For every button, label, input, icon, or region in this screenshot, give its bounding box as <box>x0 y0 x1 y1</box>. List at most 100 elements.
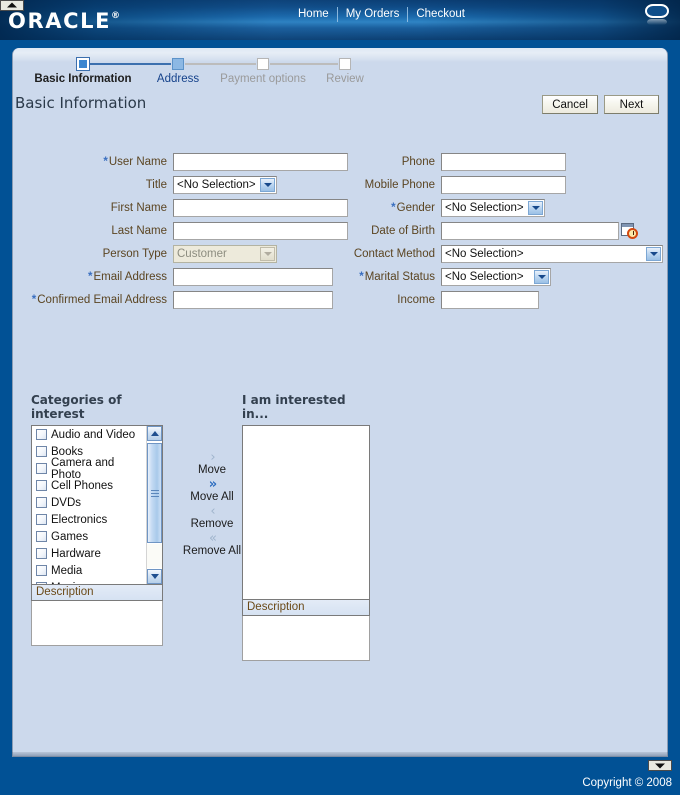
arrow-down-icon <box>150 574 159 579</box>
scroll-down-button[interactable] <box>147 569 162 584</box>
move-button[interactable]: › Move <box>173 451 251 477</box>
checkbox[interactable] <box>36 531 47 542</box>
train-step-node-3[interactable] <box>257 58 269 70</box>
scrollbar-thumb[interactable] <box>147 443 162 543</box>
form-row: *User Name <box>23 152 348 172</box>
move-all-button[interactable]: » Move All <box>173 478 251 504</box>
checkbox[interactable] <box>36 480 47 491</box>
selected-description-label: Description <box>242 600 370 616</box>
list-item-label: Music <box>51 582 81 585</box>
list-item[interactable]: Camera and Photo <box>32 457 146 481</box>
form-row: Last Name <box>23 221 348 241</box>
checkbox[interactable] <box>36 446 47 457</box>
checkbox[interactable] <box>36 514 47 525</box>
remove-all-button[interactable]: «Remove All <box>173 532 251 558</box>
checkbox[interactable] <box>36 548 47 559</box>
checkbox[interactable] <box>36 429 47 440</box>
list-item[interactable]: Games <box>32 528 146 545</box>
copyright-text: Copyright © 2008 <box>582 777 672 789</box>
chevron-down-icon[interactable] <box>260 247 275 261</box>
input-confirmed-email-address[interactable] <box>173 291 333 309</box>
collapse-header-button[interactable] <box>0 0 24 11</box>
top-navigation: Home My Orders Checkout <box>290 5 473 23</box>
form-row: *Marital Status <No Selection> <box>353 267 663 287</box>
required-marker: * <box>391 202 396 214</box>
select-contact-method[interactable]: <No Selection> <box>441 245 663 263</box>
required-marker: * <box>31 294 37 306</box>
input-user-name[interactable] <box>173 153 348 171</box>
input-income[interactable] <box>441 291 539 309</box>
select-value: <No Selection> <box>445 271 524 283</box>
field-label: *Marital Status <box>359 271 435 283</box>
oval-window-icon[interactable] <box>642 2 672 26</box>
select-marital-status[interactable]: <No Selection> <box>441 268 551 286</box>
nav-link-checkout[interactable]: Checkout <box>408 6 473 22</box>
list-item[interactable]: Electronics <box>32 511 146 528</box>
chevron-down-icon[interactable] <box>534 270 549 284</box>
nav-link-home[interactable]: Home <box>290 6 337 22</box>
train-step-label-3: Payment options <box>220 73 306 85</box>
input-date-of-birth[interactable] <box>441 222 619 240</box>
chevron-down-icon[interactable] <box>260 178 275 192</box>
train-connector-2 <box>185 63 256 65</box>
list-item[interactable]: Hardware <box>32 545 146 562</box>
select-value: <No Selection> <box>177 179 256 191</box>
select-title[interactable]: <No Selection> <box>173 176 277 194</box>
list-item[interactable]: Audio and Video <box>32 426 146 443</box>
train-step-node-2[interactable] <box>172 58 184 70</box>
page-action-buttons: Cancel Next <box>542 95 659 114</box>
oracle-logo: ORACLE® <box>8 11 122 32</box>
checkbox[interactable] <box>36 463 47 474</box>
select-value: <No Selection> <box>445 248 524 260</box>
shuttle-move-buttons: › Move» Move All ‹ Remove «Remove All <box>173 451 251 559</box>
listbox-scrollbar[interactable] <box>146 426 162 584</box>
form-column-right: Phone Mobile Phone *Gender <No Selection> Da… <box>353 152 663 313</box>
select-gender[interactable]: <No Selection> <box>441 199 545 217</box>
list-item[interactable]: Music <box>32 579 146 585</box>
field-label: *Confirmed Email Address <box>31 294 167 306</box>
input-mobile-phone[interactable] <box>441 176 566 194</box>
input-first-name[interactable] <box>173 199 348 217</box>
checkbox[interactable] <box>36 565 47 576</box>
list-item[interactable]: DVDs <box>32 494 146 511</box>
list-item[interactable]: Media <box>32 562 146 579</box>
list-item-label: Hardware <box>51 547 101 560</box>
calendar-picker-icon[interactable] <box>621 223 638 239</box>
form-row: Date of Birth <box>353 221 663 241</box>
nav-link-my-orders[interactable]: My Orders <box>338 6 408 22</box>
form-row: Phone <box>353 152 663 172</box>
input-last-name[interactable] <box>173 222 348 240</box>
scroll-up-button[interactable] <box>147 426 162 441</box>
chevron-down-icon[interactable] <box>646 247 661 261</box>
form-row: *Gender <No Selection> <box>353 198 663 218</box>
cancel-button[interactable]: Cancel <box>542 95 598 114</box>
train-step-node-1[interactable] <box>76 57 90 71</box>
next-button[interactable]: Next <box>604 95 659 114</box>
clock-icon <box>627 228 638 239</box>
list-item-label: DVDs <box>51 496 82 509</box>
chevron-down-icon[interactable] <box>528 201 543 215</box>
available-categories-listbox[interactable]: Audio and Video Books Camera and Photo Cell… <box>31 425 163 585</box>
train-step-1: Basic Information <box>19 57 171 86</box>
form-row: Contact Method <No Selection> <box>353 244 663 264</box>
remove-button[interactable]: ‹ Remove <box>173 505 251 531</box>
checkbox[interactable] <box>36 582 47 584</box>
shuttle-button-label: Remove All <box>182 545 242 557</box>
expand-footer-button[interactable] <box>648 760 672 771</box>
list-item-label: Media <box>51 564 83 577</box>
selected-categories-listbox[interactable] <box>242 425 370 600</box>
train-step-label-2[interactable]: Address <box>157 73 199 86</box>
train-step-node-4[interactable] <box>339 58 351 70</box>
brand-header: ORACLE® Home My Orders Checkout <box>0 0 680 40</box>
oracle-logo-registered: ® <box>111 11 122 21</box>
scrollbar-track[interactable] <box>147 544 162 568</box>
checkbox[interactable] <box>36 497 47 508</box>
input-email-address[interactable] <box>173 268 333 286</box>
form-row: First Name <box>23 198 348 218</box>
train-step-label-1[interactable]: Basic Information <box>34 73 131 86</box>
required-marker: * <box>103 156 108 168</box>
input-phone[interactable] <box>441 153 566 171</box>
field-label: *User Name <box>103 156 167 168</box>
field-label: Last Name <box>111 225 167 237</box>
arrow-up-icon <box>150 431 159 436</box>
